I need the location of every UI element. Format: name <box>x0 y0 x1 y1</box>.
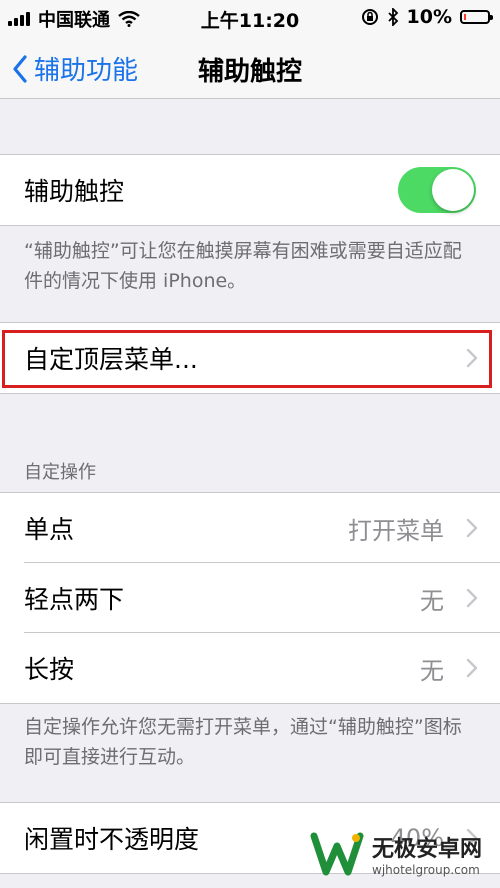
watermark: 无极安卓网 wjhotelgroup.com <box>310 830 482 878</box>
action-label: 长按 <box>24 655 75 684</box>
assistive-touch-label: 辅助触控 <box>24 177 125 206</box>
action-value: 打开菜单 <box>348 516 444 545</box>
bluetooth-icon <box>387 8 398 26</box>
assistive-touch-group: 辅助触控 <box>0 154 500 226</box>
watermark-name: 无极安卓网 <box>372 837 483 862</box>
action-row-single-tap[interactable]: 单点 打开菜单 <box>0 493 500 563</box>
status-bar: 中国联通 上午11:20 10% <box>0 0 500 36</box>
assistive-touch-toggle[interactable] <box>398 167 476 213</box>
assistive-touch-description: “辅助触控”可让您在触摸屏幕有困难或需要自适应配件的情况下使用 iPhone。 <box>24 240 462 292</box>
custom-actions-header: 自定操作 <box>24 462 96 483</box>
watermark-text: 无极安卓网 wjhotelgroup.com <box>372 831 482 877</box>
custom-actions-group: 单点 打开菜单 轻点两下 无 长按 无 <box>0 492 500 704</box>
custom-actions-footer: 自定操作允许您无需打开菜单，通过“辅助触控”图标即可直接进行互动。 <box>24 716 462 768</box>
action-value: 无 <box>420 586 444 615</box>
watermark-url: wjhotelgroup.com <box>372 863 480 877</box>
action-label: 单点 <box>24 515 75 544</box>
chevron-right-icon <box>466 588 478 608</box>
idle-opacity-label: 闲置时不透明度 <box>24 825 200 854</box>
chevron-right-icon <box>466 658 478 678</box>
navigation-bar: 辅助功能 辅助触控 <box>0 36 500 99</box>
watermark-logo-icon <box>310 832 364 876</box>
battery-percent: 10% <box>406 6 452 28</box>
assistive-touch-row: 辅助触控 <box>0 155 500 225</box>
highlight-box <box>2 330 492 388</box>
battery-icon <box>460 10 493 24</box>
toggle-knob <box>432 169 474 211</box>
orientation-lock-icon <box>361 9 378 25</box>
battery-level-fill <box>464 14 466 20</box>
chevron-right-icon <box>466 518 478 538</box>
page-title: 辅助触控 <box>197 57 302 87</box>
action-label: 轻点两下 <box>24 585 125 614</box>
action-row-double-tap[interactable]: 轻点两下 无 <box>0 563 500 633</box>
status-right: 10% <box>361 6 493 28</box>
action-row-long-press[interactable]: 长按 无 <box>0 633 500 703</box>
action-value: 无 <box>420 656 444 685</box>
